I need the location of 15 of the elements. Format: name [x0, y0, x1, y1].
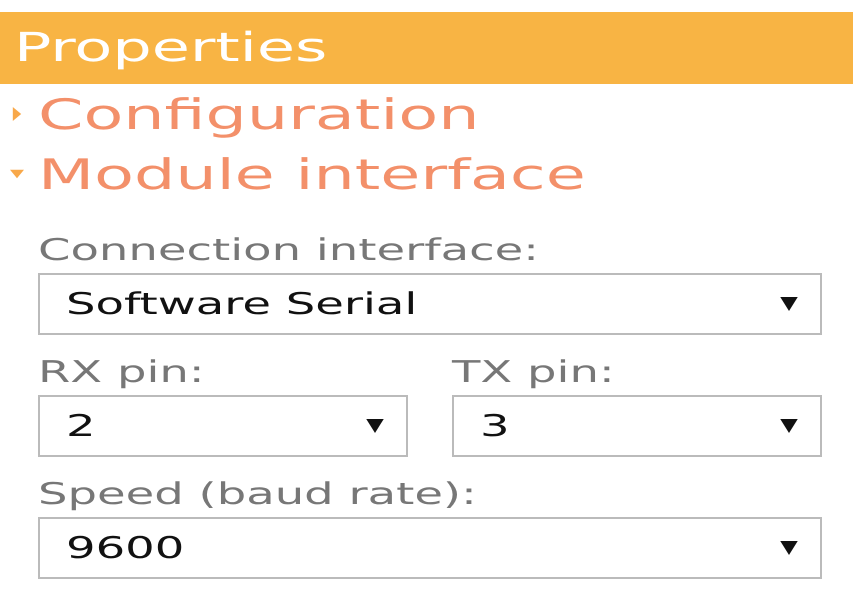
dropdown[interactable]: 2: [38, 395, 408, 457]
dropdown-arrow-icon: [366, 419, 384, 433]
field-label: RX pin:: [38, 354, 205, 392]
panel-title: Properties: [14, 25, 328, 71]
dropdown[interactable]: 9600: [38, 517, 822, 579]
dropdown[interactable]: Software Serial: [38, 273, 822, 335]
dropdown-arrow-icon: [780, 419, 798, 433]
dropdown-arrow-icon: [780, 541, 798, 555]
dropdown-arrow-icon: [780, 297, 798, 311]
field-label: TX pin:: [452, 354, 615, 392]
field-label: Speed (baud rate):: [38, 476, 477, 514]
field-label: Connection interface:: [38, 232, 539, 270]
caret-icon: [10, 107, 24, 121]
caret-icon: [10, 167, 24, 181]
dropdown[interactable]: 3: [452, 395, 822, 457]
